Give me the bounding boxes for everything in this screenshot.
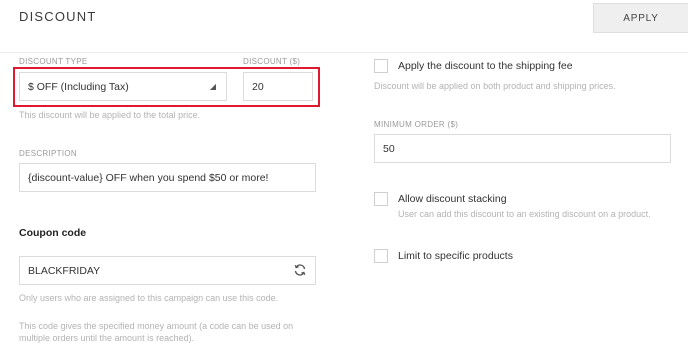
coupon-code-input[interactable]: BLACKFRIDAY: [19, 256, 316, 285]
discount-amount-label: DISCOUNT ($): [243, 57, 301, 66]
shipping-label: Apply the discount to the shipping fee: [398, 60, 573, 72]
discount-type-hint: This discount will be applied to the tot…: [19, 110, 201, 120]
discount-type-label: DISCOUNT TYPE: [19, 57, 88, 66]
coupon-title: Coupon code: [19, 227, 87, 239]
header: DISCOUNT APPLY: [0, 0, 688, 37]
highlight-box: [13, 67, 320, 107]
stacking-label: Allow discount stacking: [398, 193, 507, 205]
minimum-order-value: 50: [383, 142, 395, 155]
shipping-checkbox[interactable]: [374, 59, 388, 73]
description-label: DESCRIPTION: [19, 149, 77, 158]
stacking-checkbox[interactable]: [374, 192, 388, 206]
description-value: {discount-value} OFF when you spend $50 …: [28, 171, 269, 184]
coupon-amount-hint-line2: multiple orders until the amount is reac…: [19, 333, 195, 343]
minimum-order-input[interactable]: 50: [374, 134, 671, 163]
page-title: DISCOUNT: [19, 9, 97, 24]
specific-products-label: Limit to specific products: [398, 250, 513, 262]
coupon-hint: Only users who are assigned to this camp…: [19, 293, 279, 303]
shipping-hint: Discount will be applied on both product…: [374, 81, 616, 91]
refresh-icon[interactable]: [293, 263, 307, 277]
description-input[interactable]: {discount-value} OFF when you spend $50 …: [19, 163, 316, 192]
header-divider: [0, 52, 688, 53]
stacking-hint: User can add this discount to an existin…: [398, 209, 651, 219]
apply-button[interactable]: APPLY: [593, 3, 688, 33]
minimum-order-label: MINIMUM ORDER ($): [374, 120, 459, 129]
coupon-code-value: BLACKFRIDAY: [28, 264, 101, 277]
specific-products-checkbox[interactable]: [374, 249, 388, 263]
